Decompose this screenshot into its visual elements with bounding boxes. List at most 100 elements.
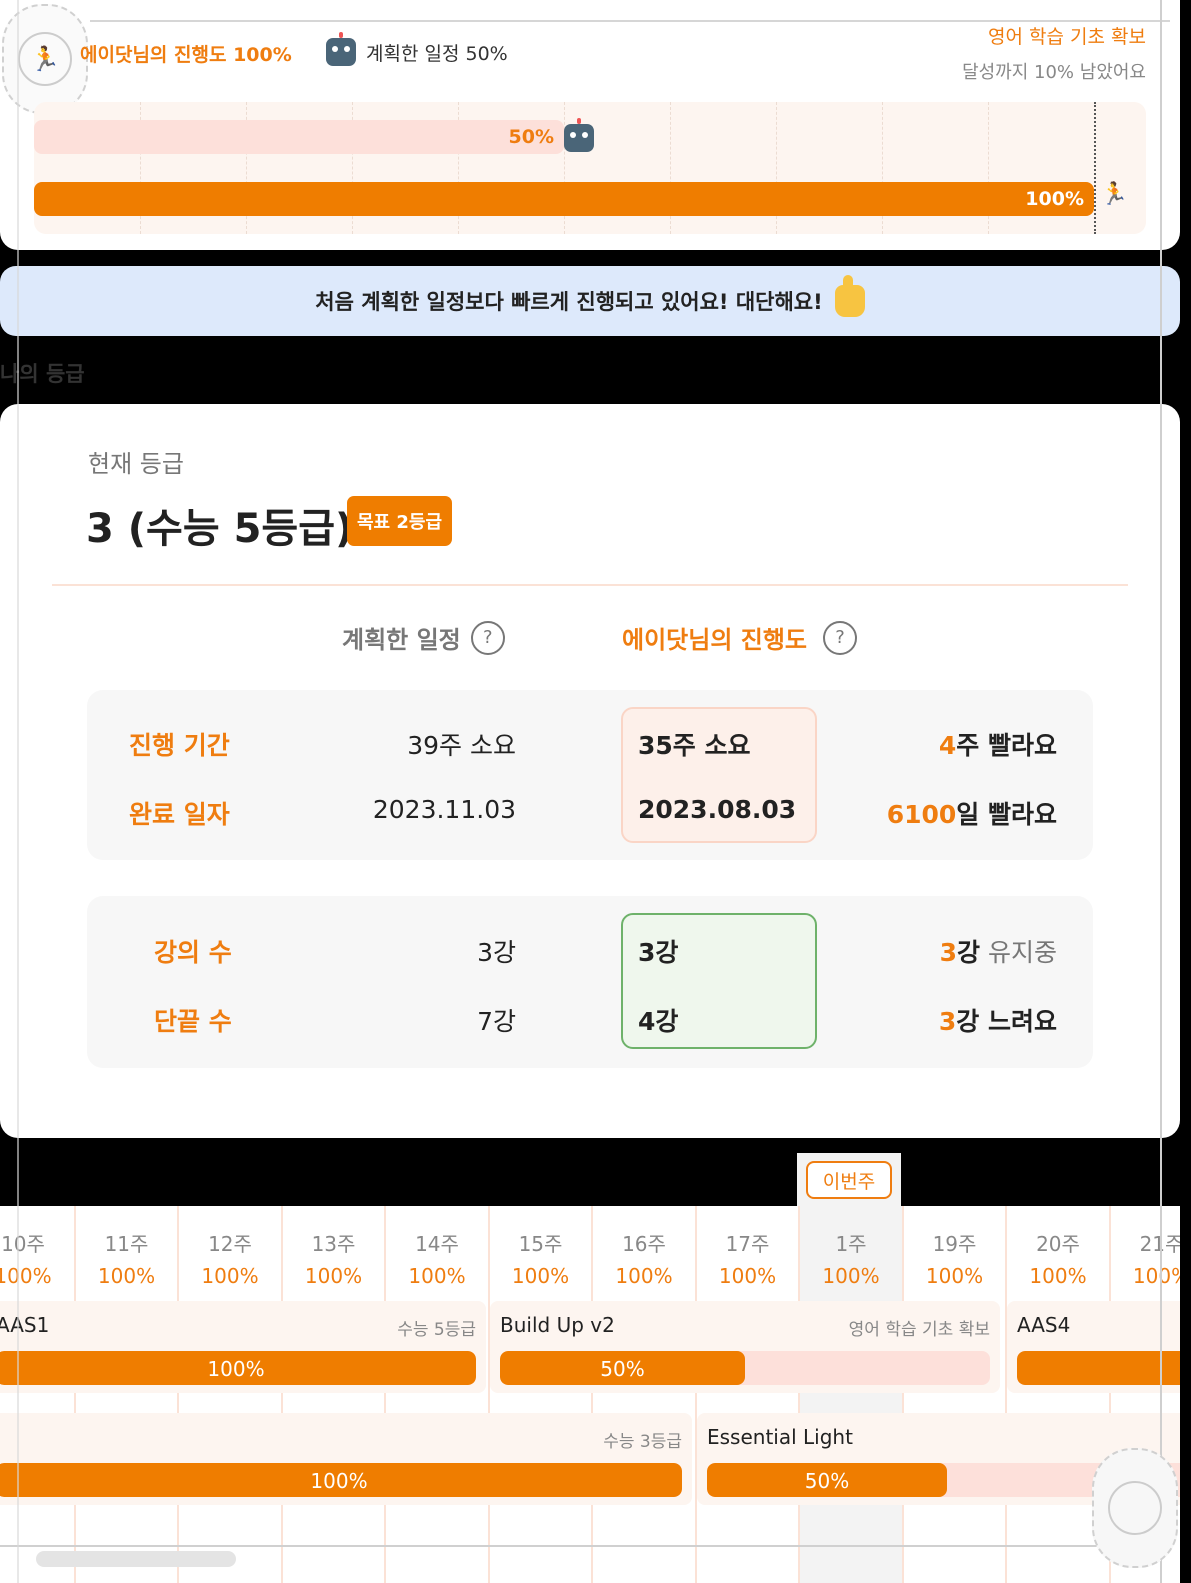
course-goal: 수능 5등급: [397, 1320, 476, 1340]
week-column[interactable]: 11주 100%: [73, 1206, 178, 1583]
robot-icon: [326, 32, 356, 66]
plan-units: 7강: [477, 1007, 516, 1036]
guide-line: [17, 0, 19, 1583]
my-lectures: 3강: [638, 938, 679, 967]
course-row[interactable]: Build Up v2 영어 학습 기초 확보 50%: [490, 1301, 1000, 1393]
week-column[interactable]: 12주 100%: [177, 1206, 281, 1583]
week-column[interactable]: 19주 100%: [901, 1206, 1006, 1583]
section-title: 나의 등급: [0, 362, 85, 386]
row-label-duration: 진행 기간: [129, 731, 230, 760]
plan-column-header: 계획한 일정 ?: [342, 620, 505, 655]
week-column[interactable]: 15주 100%: [487, 1206, 592, 1583]
week-label: 11주: [104, 1232, 149, 1256]
completion-diff: 6100일 빨라요: [886, 800, 1057, 829]
week-label: 12주: [208, 1232, 252, 1256]
plan-lectures: 3강: [477, 938, 516, 967]
progress-track: 50% 100% 🏃: [34, 102, 1146, 234]
course-progress-value: 100%: [207, 1357, 265, 1381]
week-progress: 100%: [1029, 1264, 1087, 1288]
current-grade-label: 현재 등급: [88, 450, 184, 478]
week-progress: 100%: [822, 1264, 880, 1288]
week-progress: 100%: [1132, 1264, 1180, 1288]
week-column[interactable]: 14주 100%: [384, 1206, 488, 1583]
plan-progress-value: 50%: [508, 126, 554, 148]
row-label-units: 단끝 수: [154, 1007, 232, 1036]
guide-line: [1160, 0, 1162, 1583]
course-goal: 영어 학습 기초 확보: [848, 1320, 990, 1340]
goal-grade-badge: 목표 2등급: [347, 496, 453, 546]
units-diff: 3강 느려요: [938, 1007, 1057, 1036]
character-badge: 🏃: [2, 4, 88, 114]
week-progress: 100%: [0, 1264, 52, 1288]
progress-card: 🏃 에이닷님의 진행도 100% 계획한 일정 50% 영어 학습 기초 확보 …: [0, 0, 1180, 250]
plan-progress-legend: 계획한 일정 50%: [326, 32, 508, 66]
course-progress-value: 50%: [804, 1469, 850, 1493]
course-progress-track: [1017, 1351, 1180, 1385]
course-row[interactable]: AAS1 수능 5등급 100%: [0, 1301, 486, 1393]
goal-title: 영어 학습 기초 확보: [988, 26, 1146, 48]
week-column[interactable]: 1주 100%: [798, 1206, 902, 1583]
row-label-completion: 완료 일자: [129, 800, 230, 829]
week-progress: 100%: [201, 1264, 259, 1288]
course-goal: 수능 3등급: [603, 1432, 682, 1452]
week-column[interactable]: 16주 100%: [591, 1206, 695, 1583]
this-week-badge: 이번주: [806, 1161, 892, 1199]
lectures-diff: 3강 유지중: [939, 938, 1057, 967]
lion-icon: [1108, 1481, 1162, 1535]
divider: [52, 584, 1128, 586]
help-icon[interactable]: ?: [470, 620, 505, 655]
course-progress-value: 100%: [310, 1469, 368, 1493]
my-duration: 35주 소요: [638, 731, 751, 760]
character-badge: [1092, 1448, 1178, 1568]
goal-marker: [1094, 102, 1096, 234]
week-progress: 100%: [304, 1264, 363, 1288]
my-column-label: 에이닷님의 진행도: [622, 626, 807, 654]
my-progress-value: 100%: [1025, 188, 1084, 210]
course-progress-track: 100%: [0, 1351, 476, 1385]
lecture-stats: 강의 수 3강 3강 3강 유지중 단끝 수 7강 4강 3강 느려요: [87, 896, 1093, 1068]
course-progress-value: 50%: [600, 1357, 645, 1381]
week-column[interactable]: 10주 100%: [0, 1206, 74, 1583]
week-label: 1주: [835, 1232, 867, 1256]
week-column[interactable]: 13주 100%: [280, 1206, 385, 1583]
course-row[interactable]: AAS4: [1007, 1301, 1180, 1393]
bottom-divider: [0, 1545, 1160, 1547]
course-name: Essential Light: [707, 1425, 853, 1449]
plan-duration: 39주 소요: [407, 731, 516, 760]
week-progress: 100%: [97, 1264, 156, 1288]
my-completion: 2023.08.03: [638, 795, 797, 824]
week-progress: 100%: [615, 1264, 673, 1288]
week-label: 10주: [1, 1232, 45, 1256]
week-label: 21주: [1111, 1228, 1180, 1257]
week-label: 16주: [622, 1232, 666, 1256]
week-column[interactable]: 17주 100%: [694, 1206, 799, 1583]
goal-remaining: 달성까지 10% 남았어요: [962, 62, 1146, 83]
duration-diff: 4주 빨라요: [938, 731, 1057, 760]
course-progress-track: 50%: [500, 1351, 990, 1385]
runner-icon: 🏃: [18, 32, 72, 86]
weekly-schedule[interactable]: 10주 100% 11주 100% 12주 100% 13주 100% 14주 100% 15주 10…: [0, 1206, 1180, 1583]
course-name: AAS4: [1017, 1313, 1071, 1337]
course-progress-fill: [1017, 1351, 1180, 1385]
plan-progress-bar: 50%: [34, 120, 564, 154]
my-progress-bar: 100%: [34, 182, 1094, 216]
week-label: 20주: [1036, 1232, 1080, 1256]
grade-card: 현재 등급 3 (수능 5등급) 목표 2등급 계획한 일정 ? 에이닷님의 진…: [0, 404, 1180, 1138]
week-progress: 100%: [408, 1264, 466, 1288]
current-grade-value: 3 (수능 5등급): [86, 506, 354, 552]
week-label: 19주: [932, 1232, 977, 1256]
horizontal-scrollbar[interactable]: [36, 1551, 236, 1567]
schedule-stats: 진행 기간 39주 소요 35주 소요 4주 빨라요 완료 일자 2023.11…: [87, 690, 1093, 860]
pace-banner: 처음 계획한 일정보다 빠르게 진행되고 있어요! 대단해요!: [0, 266, 1180, 336]
week-label: 13주: [311, 1232, 356, 1256]
course-progress-track: 100%: [0, 1463, 682, 1497]
course-name: Build Up v2: [500, 1313, 615, 1337]
my-units: 4강: [638, 1007, 679, 1036]
course-row[interactable]: 수능 3등급 100%: [0, 1413, 692, 1505]
week-label: 17주: [725, 1232, 770, 1256]
pace-banner-text: 처음 계획한 일정보다 빠르게 진행되고 있어요! 대단해요!: [315, 290, 823, 314]
thumbs-up-icon: [834, 275, 865, 317]
week-progress: 100%: [511, 1264, 570, 1288]
week-label: 15주: [518, 1232, 563, 1256]
help-icon[interactable]: ?: [823, 620, 857, 655]
